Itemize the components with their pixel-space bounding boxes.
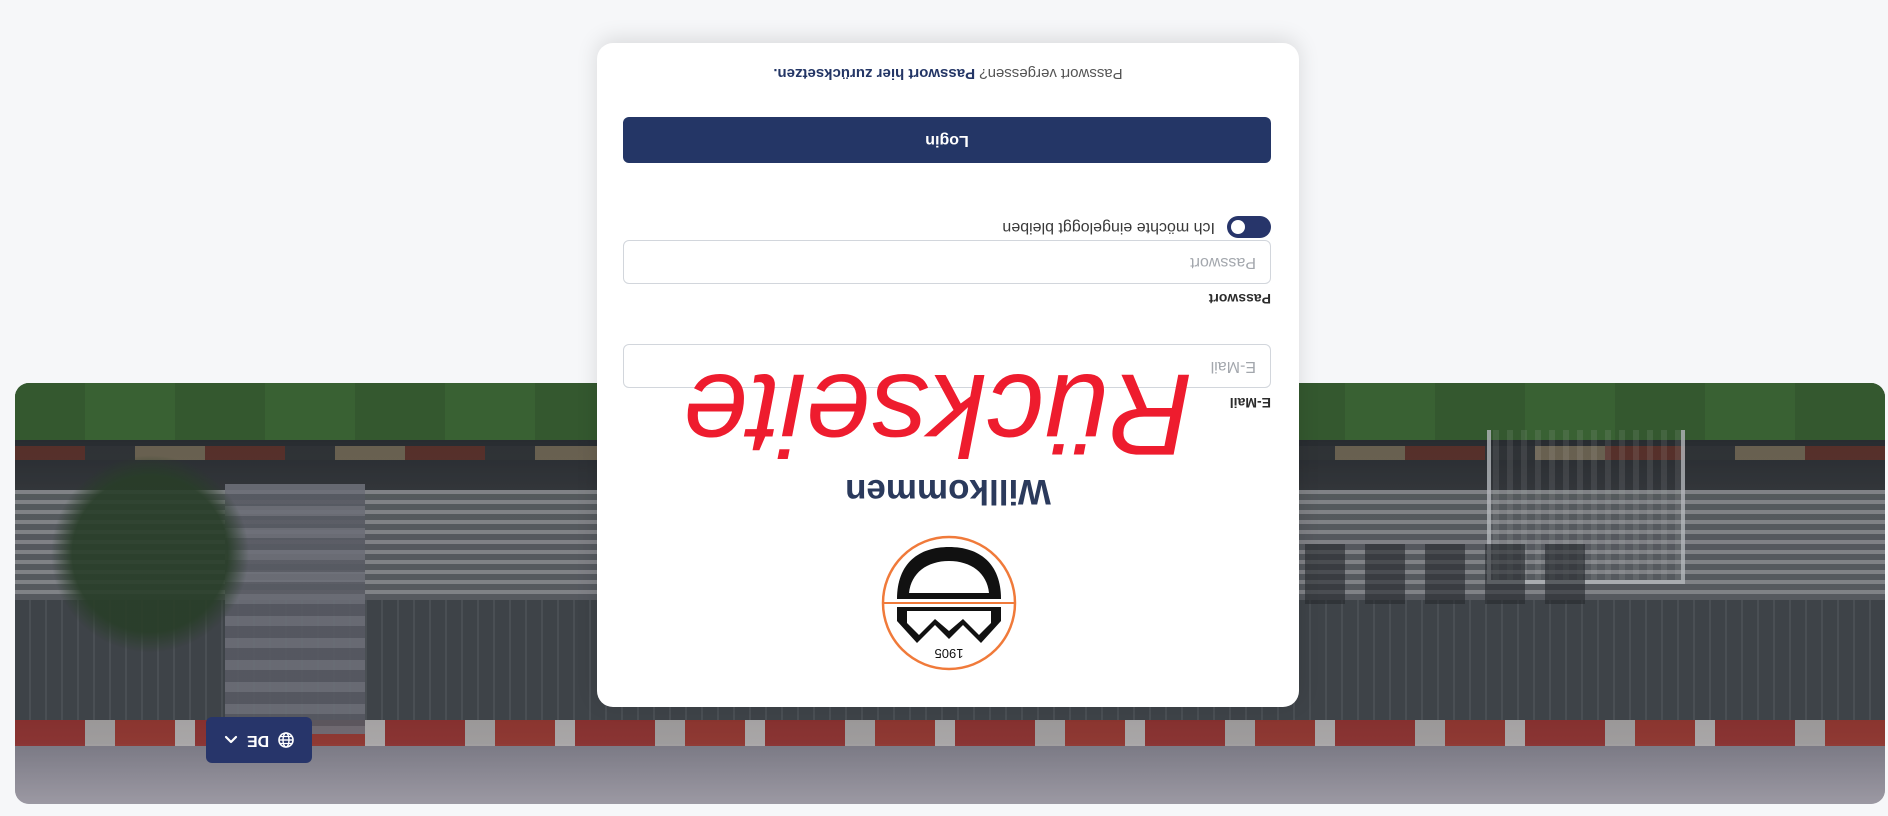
- password-field[interactable]: [623, 240, 1271, 284]
- login-button[interactable]: Login: [623, 117, 1271, 163]
- remember-me-row: Ich möchte eingeloggt bleiben: [1002, 216, 1271, 238]
- forgot-password-row: Passwort vergessen? Passwort hier zurück…: [597, 65, 1299, 82]
- language-label: DE: [246, 732, 270, 749]
- remember-me-label: Ich möchte eingeloggt bleiben: [1002, 219, 1215, 236]
- reset-password-link[interactable]: Passwort hier zurücksetzen.: [773, 65, 975, 82]
- watermark-text: Rückseite: [683, 350, 1193, 480]
- forgot-password-text: Passwort vergessen?: [979, 65, 1123, 82]
- club-logo: 1905: [879, 533, 1019, 673]
- remember-me-toggle[interactable]: [1227, 216, 1271, 238]
- chevron-up-icon: [224, 735, 238, 745]
- logo-year: 1905: [935, 646, 964, 661]
- page: DE 1905 Willkommen E-Mail Passwort: [0, 0, 1888, 816]
- password-label: Passwort: [1208, 291, 1271, 307]
- email-label: E-Mail: [1229, 395, 1271, 411]
- globe-icon: [278, 732, 294, 748]
- language-switch-button[interactable]: DE: [206, 717, 312, 763]
